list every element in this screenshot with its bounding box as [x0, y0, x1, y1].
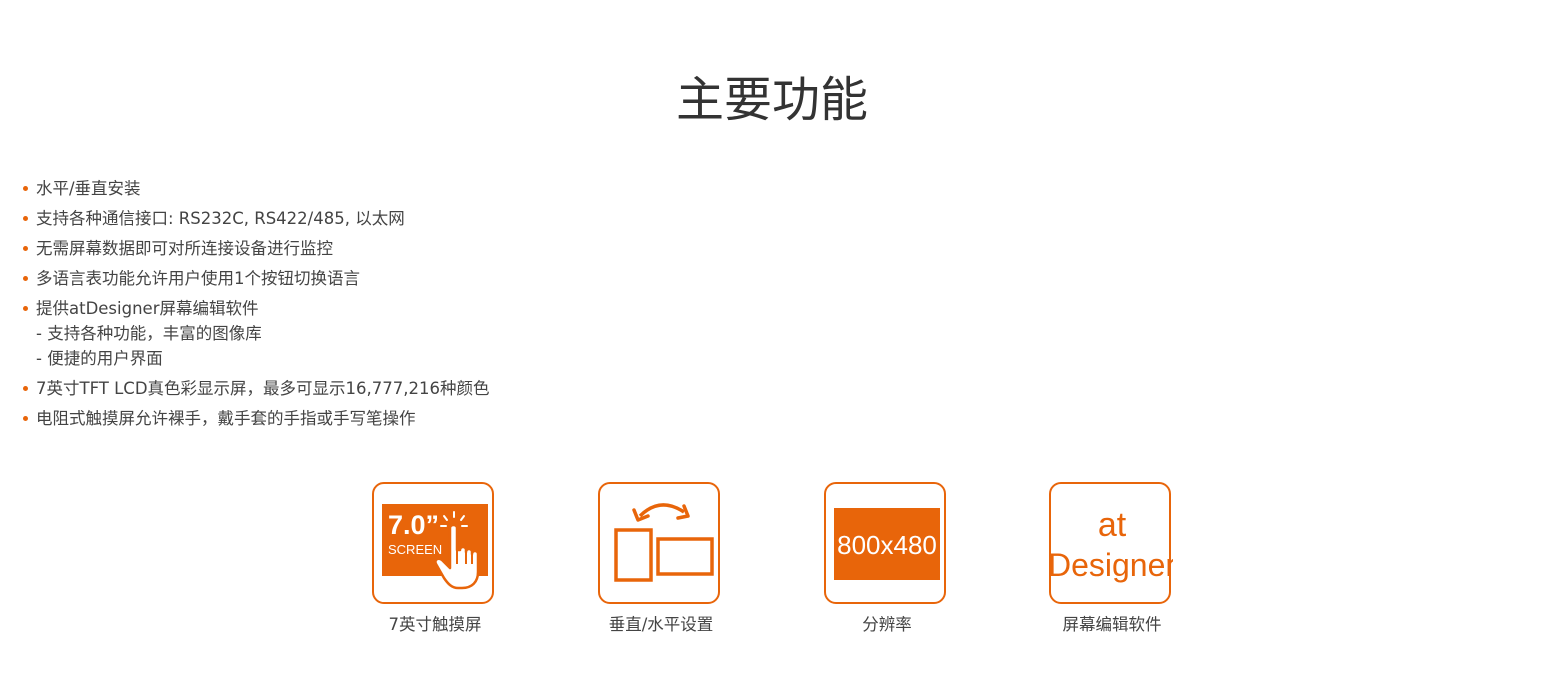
feature-text: 无需屏幕数据即可对所连接设备进行监控: [36, 239, 333, 258]
feature-text: 多语言表功能允许用户使用1个按钮切换语言: [36, 269, 360, 288]
feature-item: 无需屏幕数据即可对所连接设备进行监控: [22, 236, 490, 261]
touch-screen-icon: 7.0” SCREEN: [372, 482, 494, 604]
bullet-icon: [23, 186, 28, 191]
page-title: 主要功能: [675, 72, 868, 128]
screen-size-label: 7.0”: [388, 510, 439, 540]
icon-caption: 垂直/水平设置: [608, 615, 714, 634]
feature-subitem: - 便捷的用户界面: [36, 349, 163, 368]
feature-list: 水平/垂直安装 支持各种通信接口: RS232C, RS422/485, 以太网…: [22, 176, 490, 436]
bullet-icon: [23, 246, 28, 251]
bullet-icon: [23, 416, 28, 421]
feature-item: 7英寸TFT LCD真色彩显示屏，最多可显示16,777,216种颜色: [22, 376, 490, 401]
resolution-label: 800x480: [837, 530, 937, 560]
feature-subitem: - 支持各种功能，丰富的图像库: [36, 324, 262, 343]
bullet-icon: [23, 386, 28, 391]
icon-card-atdesigner: at Designer 屏幕编辑软件: [1049, 482, 1175, 636]
icon-card-touch-screen: 7.0” SCREEN 7英寸触摸屏: [372, 482, 498, 636]
logo-line-designer: Designer: [1051, 547, 1173, 583]
bullet-icon: [23, 306, 28, 311]
feature-text: 水平/垂直安装: [36, 179, 141, 198]
feature-item: 电阻式触摸屏允许裸手，戴手套的手指或手写笔操作: [22, 406, 490, 431]
icon-card-orientation: 垂直/水平设置: [598, 482, 724, 636]
feature-text: 支持各种通信接口: RS232C, RS422/485, 以太网: [36, 209, 405, 228]
feature-item: 水平/垂直安装: [22, 176, 490, 201]
bullet-icon: [23, 216, 28, 221]
feature-text: 提供atDesigner屏幕编辑软件: [36, 299, 259, 318]
feature-text: 7英寸TFT LCD真色彩显示屏，最多可显示16,777,216种颜色: [36, 379, 490, 398]
icon-caption: 分辨率: [862, 615, 912, 634]
feature-text: 电阻式触摸屏允许裸手，戴手套的手指或手写笔操作: [36, 409, 416, 428]
feature-item: 多语言表功能允许用户使用1个按钮切换语言: [22, 266, 490, 291]
bullet-icon: [23, 276, 28, 281]
icon-card-resolution: 800x480 分辨率: [824, 482, 950, 636]
logo-line-at: at: [1098, 506, 1127, 544]
feature-icons-row: 7.0” SCREEN 7英寸触摸屏 垂直/水平设置 800x480 分辨率 a…: [372, 482, 1192, 652]
screen-word-label: SCREEN: [388, 542, 442, 557]
rotate-orientation-icon: [598, 482, 720, 604]
resolution-icon: 800x480: [824, 482, 946, 604]
feature-item: 支持各种通信接口: RS232C, RS422/485, 以太网: [22, 206, 490, 231]
icon-caption: 屏幕编辑软件: [1062, 615, 1162, 634]
atdesigner-logo-icon: at Designer: [1049, 482, 1173, 604]
icon-caption: 7英寸触摸屏: [388, 615, 482, 634]
feature-item: 提供atDesigner屏幕编辑软件 - 支持各种功能，丰富的图像库 - 便捷的…: [22, 296, 490, 371]
